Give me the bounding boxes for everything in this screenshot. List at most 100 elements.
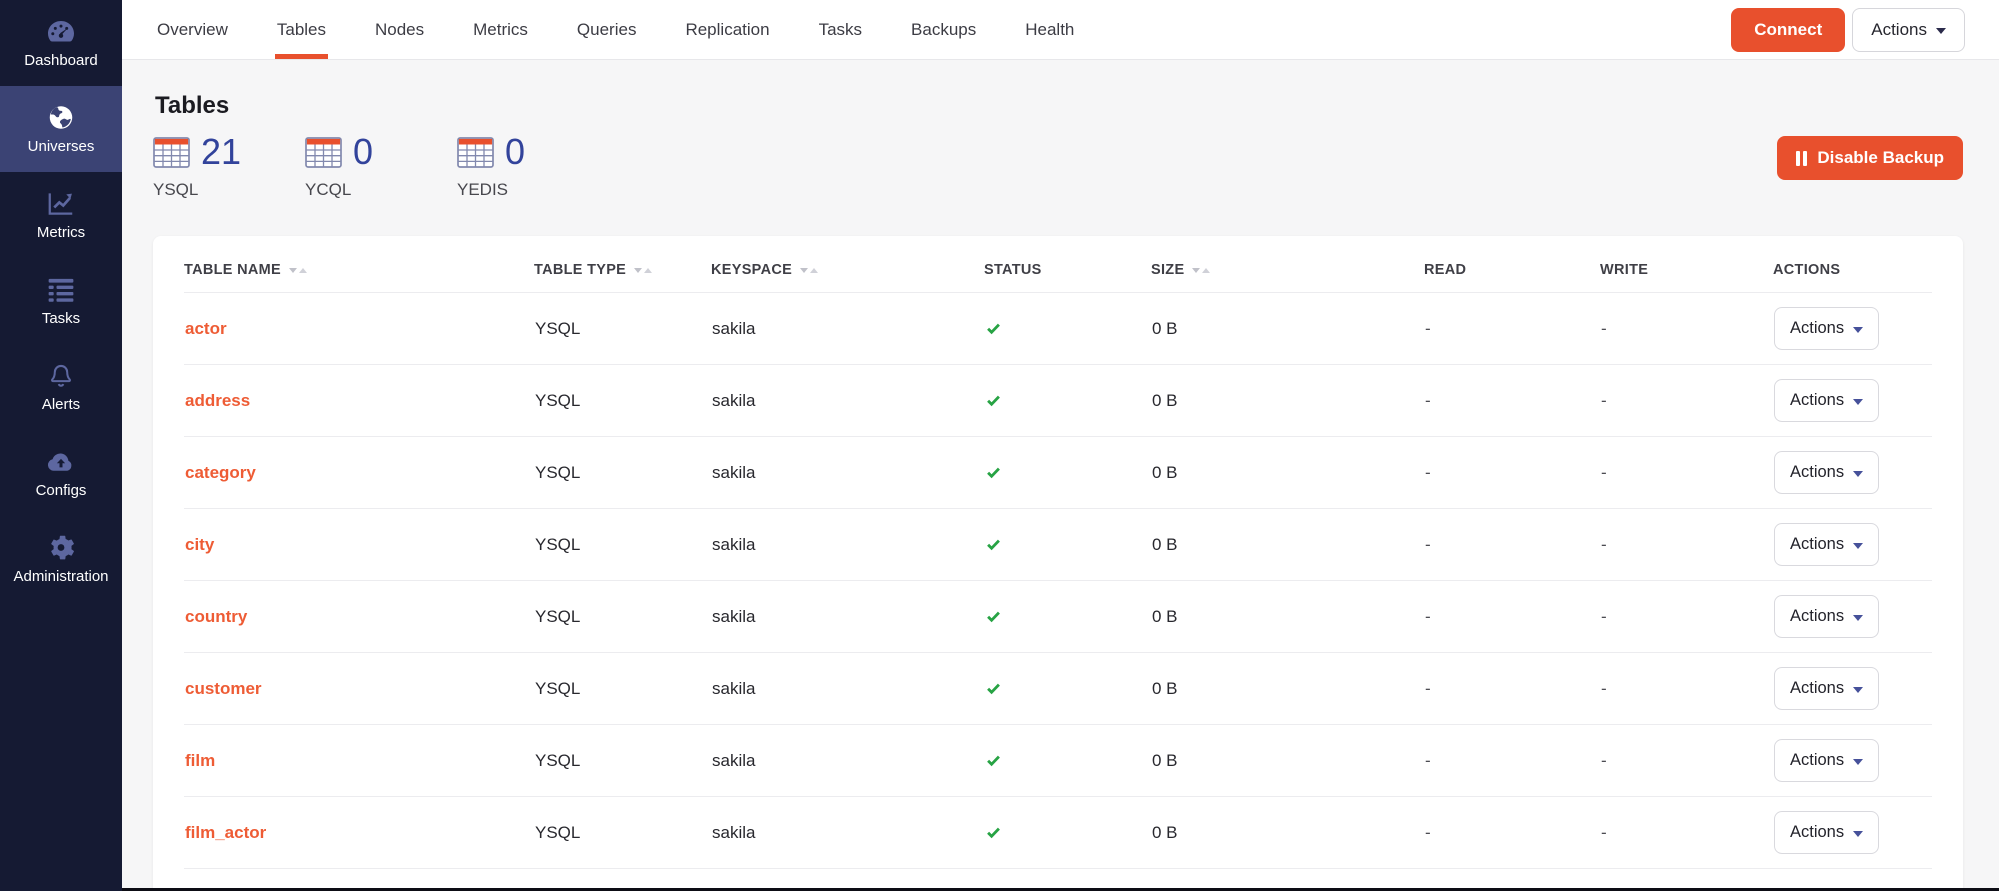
table-type-cell: YSQL [534, 653, 711, 725]
read-cell: - [1424, 509, 1600, 581]
read-cell: - [1424, 581, 1600, 653]
sort-desc-icon[interactable] [800, 268, 808, 273]
table-type-cell: YSQL [534, 797, 711, 869]
sort-icons[interactable] [289, 268, 307, 273]
column-header-size[interactable]: SIZE [1151, 236, 1424, 293]
row-actions-button[interactable]: Actions [1774, 379, 1879, 422]
sort-desc-icon[interactable] [289, 268, 297, 273]
write-cell: - [1600, 581, 1773, 653]
table-name-link[interactable]: city [185, 535, 214, 554]
chart-line-icon [46, 190, 76, 218]
column-header-table-name[interactable]: TABLE NAME [184, 236, 534, 293]
sort-icons[interactable] [800, 268, 818, 273]
sidebar-item-tasks[interactable]: Tasks [0, 258, 122, 344]
task-list-icon [46, 276, 76, 304]
sidebar-item-administration[interactable]: Administration [0, 516, 122, 602]
sort-asc-icon[interactable] [299, 268, 307, 273]
tab-health[interactable]: Health [1025, 0, 1074, 59]
sidebar: Dashboard Universes Metrics Tasks Alerts… [0, 0, 122, 891]
sort-desc-icon[interactable] [634, 268, 642, 273]
sidebar-item-metrics[interactable]: Metrics [0, 172, 122, 258]
sidebar-item-configs[interactable]: Configs [0, 430, 122, 516]
table-name-link[interactable]: film_actor [185, 823, 266, 842]
column-header-keyspace[interactable]: KEYSPACE [711, 236, 984, 293]
size-cell: 0 B [1151, 797, 1424, 869]
table-header-row: TABLE NAME TABLE TYPE KEYSPACE STATUS SI… [184, 236, 1932, 293]
keyspace-cell: sakila [711, 581, 984, 653]
sidebar-item-alerts[interactable]: Alerts [0, 344, 122, 430]
app-root: Dashboard Universes Metrics Tasks Alerts… [0, 0, 1999, 891]
row-actions-button[interactable]: Actions [1774, 451, 1879, 494]
size-cell: 0 B [1151, 725, 1424, 797]
sort-asc-icon[interactable] [1202, 268, 1210, 273]
sidebar-item-label: Dashboard [24, 52, 97, 69]
table-name-link[interactable]: country [185, 607, 247, 626]
table-type-cell: YSQL [534, 437, 711, 509]
tab-replication[interactable]: Replication [685, 0, 769, 59]
row-actions-button[interactable]: Actions [1774, 667, 1879, 710]
status-check-icon [985, 753, 1150, 769]
tab-queries[interactable]: Queries [577, 0, 637, 59]
disable-backup-label: Disable Backup [1817, 148, 1944, 168]
stat-value: 0 [353, 134, 373, 170]
sort-desc-icon[interactable] [1192, 268, 1200, 273]
column-header-write[interactable]: WRITE [1600, 236, 1773, 293]
table-row: film_actor YSQL sakila 0 B - - Actions [184, 797, 1932, 869]
sidebar-item-universes[interactable]: Universes [0, 86, 122, 172]
sidebar-item-label: Configs [36, 482, 87, 499]
write-cell: - [1600, 797, 1773, 869]
sidebar-item-label: Administration [13, 568, 108, 585]
table-type-cell: YSQL [534, 725, 711, 797]
tab-overview[interactable]: Overview [157, 0, 228, 59]
bell-icon [46, 362, 76, 390]
table-name-link[interactable]: film [185, 751, 215, 770]
tab-tables[interactable]: Tables [277, 0, 326, 59]
chevron-down-icon [1853, 615, 1863, 621]
tables-card: TABLE NAME TABLE TYPE KEYSPACE STATUS SI… [153, 236, 1963, 891]
status-check-icon [985, 465, 1150, 481]
chevron-down-icon [1853, 759, 1863, 765]
sort-icons[interactable] [634, 268, 652, 273]
row-actions-button[interactable]: Actions [1774, 595, 1879, 638]
connect-button[interactable]: Connect [1731, 8, 1845, 52]
table-row: category YSQL sakila 0 B - - Actions [184, 437, 1932, 509]
column-header-read[interactable]: READ [1424, 236, 1600, 293]
size-cell: 0 B [1151, 509, 1424, 581]
column-header-actions[interactable]: ACTIONS [1773, 236, 1932, 293]
sort-asc-icon[interactable] [644, 268, 652, 273]
column-header-table-type[interactable]: TABLE TYPE [534, 236, 711, 293]
row-actions-button[interactable]: Actions [1774, 811, 1879, 854]
universe-actions-label: Actions [1871, 20, 1927, 40]
row-actions-button[interactable]: Actions [1774, 307, 1879, 350]
table-name-link[interactable]: actor [185, 319, 227, 338]
sort-asc-icon[interactable] [810, 268, 818, 273]
table-name-link[interactable]: address [185, 391, 250, 410]
write-cell: - [1600, 365, 1773, 437]
table-name-link[interactable]: customer [185, 679, 262, 698]
stats-bar: 21 YSQL 0 YCQL 0 YEDIS Disable Backup [153, 134, 1963, 200]
row-actions-button[interactable]: Actions [1774, 739, 1879, 782]
stat-ysql: 21 YSQL [153, 134, 305, 200]
keyspace-cell: sakila [711, 797, 984, 869]
tab-tasks[interactable]: Tasks [819, 0, 862, 59]
stat-value: 21 [201, 134, 241, 170]
keyspace-cell: sakila [711, 725, 984, 797]
sidebar-item-dashboard[interactable]: Dashboard [0, 0, 122, 86]
tab-nodes[interactable]: Nodes [375, 0, 424, 59]
table-name-link[interactable]: category [185, 463, 256, 482]
status-check-icon [985, 393, 1150, 409]
column-header-status[interactable]: STATUS [984, 236, 1151, 293]
disable-backup-button[interactable]: Disable Backup [1777, 136, 1963, 180]
table-type-cell: YSQL [534, 509, 711, 581]
tab-backups[interactable]: Backups [911, 0, 976, 59]
chevron-down-icon [1853, 831, 1863, 837]
globe-icon [46, 104, 76, 132]
row-actions-button[interactable]: Actions [1774, 523, 1879, 566]
sort-icons[interactable] [1192, 268, 1210, 273]
stats-list: 21 YSQL 0 YCQL 0 YEDIS [153, 134, 609, 200]
universe-actions-button[interactable]: Actions [1852, 8, 1965, 52]
tab-metrics[interactable]: Metrics [473, 0, 528, 59]
gauge-icon [46, 18, 76, 46]
read-cell: - [1424, 725, 1600, 797]
size-cell: 0 B [1151, 653, 1424, 725]
